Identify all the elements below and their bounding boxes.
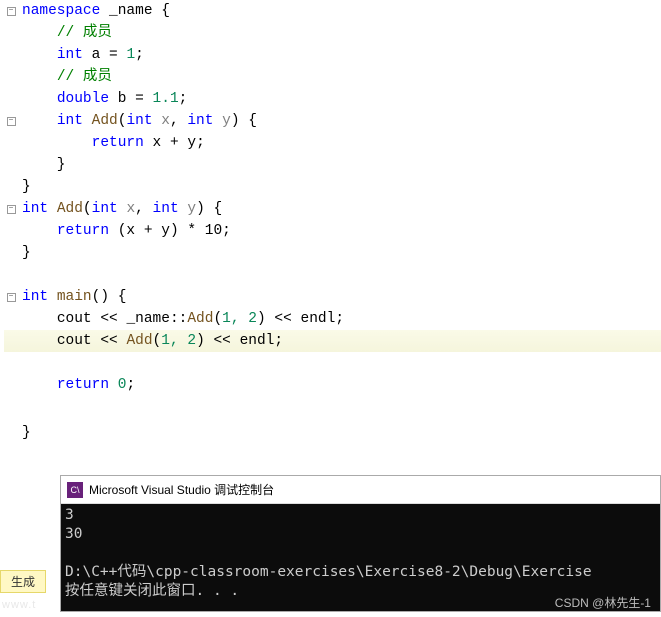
comment: // 成员 xyxy=(57,69,112,85)
fold-icon[interactable]: − xyxy=(4,117,18,126)
identifier: cout xyxy=(57,333,92,349)
code-line[interactable]: return (x + y) * 10; xyxy=(4,220,661,242)
code-line[interactable]: − int main() { xyxy=(4,286,661,308)
type: int xyxy=(22,289,48,305)
code-line[interactable]: − int Add(int x, int y) { xyxy=(4,198,661,220)
function: Add xyxy=(187,311,213,327)
watermark: www.t xyxy=(2,599,36,611)
identifier: b xyxy=(118,91,127,107)
identifier: cout xyxy=(57,311,92,327)
code-line[interactable]: double b = 1.1; xyxy=(4,88,661,110)
build-button[interactable]: 生成 xyxy=(0,570,46,593)
code-line[interactable]: } xyxy=(4,176,661,198)
console-title: Microsoft Visual Studio 调试控制台 xyxy=(89,481,274,498)
keyword: return xyxy=(57,223,109,239)
fold-icon[interactable]: − xyxy=(4,293,18,302)
fold-icon[interactable]: − xyxy=(4,205,18,214)
code-editor[interactable]: − namespace _name { // 成员 int a = 1; // … xyxy=(0,0,661,444)
code-line[interactable]: return x + y; xyxy=(4,132,661,154)
code-line[interactable]: // 成员 xyxy=(4,22,661,44)
comment: // 成员 xyxy=(57,25,112,41)
expression: (x + y) * 10 xyxy=(118,223,222,239)
function: Add xyxy=(92,113,118,129)
blank-line[interactable] xyxy=(4,352,661,374)
code-line[interactable]: int a = 1; xyxy=(4,44,661,66)
arguments: 1, 2 xyxy=(222,311,257,327)
keyword: namespace xyxy=(22,3,100,19)
type: int xyxy=(22,201,48,217)
output-line: 30 xyxy=(65,526,82,542)
identifier: _name xyxy=(109,3,153,19)
function: Add xyxy=(57,201,83,217)
identifier: endl xyxy=(240,333,275,349)
blank-line[interactable] xyxy=(4,396,661,422)
type: int xyxy=(57,47,83,63)
function: main xyxy=(57,289,92,305)
keyword: return xyxy=(57,377,109,393)
identifier: a xyxy=(92,47,101,63)
code-line[interactable]: // 成员 xyxy=(4,66,661,88)
number: 1 xyxy=(126,47,135,63)
expression: x + y xyxy=(153,135,197,151)
keyword: return xyxy=(92,135,144,151)
number: 1.1 xyxy=(153,91,179,107)
code-line[interactable]: return 0; xyxy=(4,374,661,396)
identifier: endl xyxy=(301,311,336,327)
output-line: 3 xyxy=(65,507,74,523)
watermark: CSDN @林先生-1 xyxy=(555,594,651,611)
type: int xyxy=(57,113,83,129)
vs-icon: C\ xyxy=(67,482,83,498)
debug-console-window[interactable]: C\ Microsoft Visual Studio 调试控制台 3 30 D:… xyxy=(60,475,661,612)
number: 0 xyxy=(118,377,127,393)
function: Add xyxy=(126,333,152,349)
output-prompt: 按任意键关闭此窗口. . . xyxy=(65,583,239,599)
blank-line[interactable] xyxy=(4,264,661,286)
code-line[interactable]: } xyxy=(4,242,661,264)
code-line[interactable]: − namespace _name { xyxy=(4,0,661,22)
code-line[interactable]: } xyxy=(4,422,661,444)
type: double xyxy=(57,91,109,107)
code-line[interactable]: } xyxy=(4,154,661,176)
code-line[interactable]: − int Add(int x, int y) { xyxy=(4,110,661,132)
code-line-current[interactable]: cout << Add(1, 2) << endl; xyxy=(4,330,661,352)
output-path: D:\C++代码\cpp-classroom-exercises\Exercis… xyxy=(65,564,592,580)
namespace-ref: _name xyxy=(126,311,170,327)
code-line[interactable]: cout << _name::Add(1, 2) << endl; xyxy=(4,308,661,330)
arguments: 1, 2 xyxy=(161,333,196,349)
fold-icon[interactable]: − xyxy=(4,7,18,16)
console-titlebar[interactable]: C\ Microsoft Visual Studio 调试控制台 xyxy=(61,476,660,504)
